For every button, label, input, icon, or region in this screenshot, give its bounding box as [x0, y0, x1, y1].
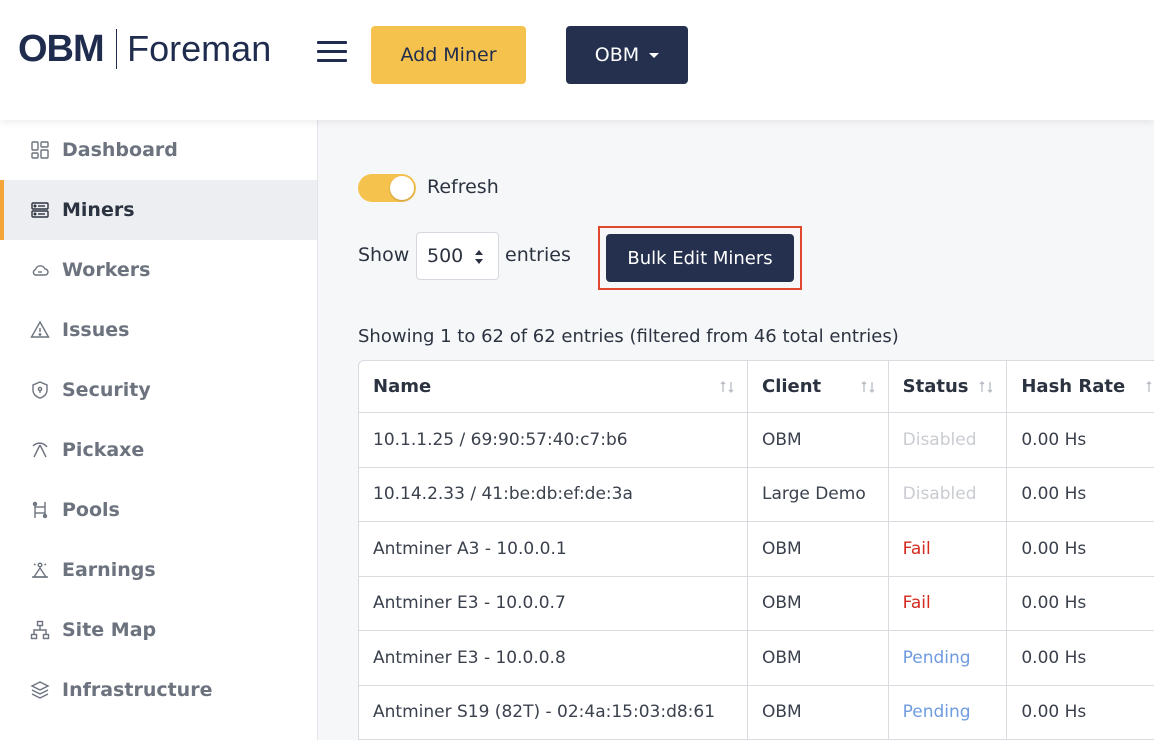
show-label: Show [358, 244, 410, 266]
bulk-edit-highlight: Bulk Edit Miners [598, 226, 802, 290]
pickaxe-icon [32, 442, 48, 458]
cell-client: OBM [748, 413, 889, 467]
column-header-status[interactable]: Status [889, 361, 1008, 412]
sidebar-item-issues[interactable]: Issues [0, 300, 317, 360]
top-header: OBM Foreman Add Miner OBM [0, 0, 1154, 120]
sidebar-item-label: Pools [62, 499, 120, 521]
showing-entries-text: Showing 1 to 62 of 62 entries (filtered … [358, 326, 899, 347]
cell-status: Pending [889, 631, 1008, 685]
add-miner-button[interactable]: Add Miner [371, 26, 526, 84]
sidebar-item-label: Dashboard [62, 139, 178, 161]
sidebar-item-label: Pickaxe [62, 439, 145, 461]
refresh-label: Refresh [427, 176, 499, 198]
sidebar-item-security[interactable]: Security [0, 360, 317, 420]
cell-client: Large Demo [748, 467, 889, 521]
cell-status: Fail [889, 576, 1008, 630]
sort-icon [979, 381, 993, 393]
cell-name[interactable]: 10.14.2.33 / 41:be:db:ef:de:3a [359, 467, 748, 521]
cell-name[interactable]: 10.1.1.25 / 69:90:57:40:c7:b6 [359, 413, 748, 467]
cell-client: OBM [748, 631, 889, 685]
cell-name[interactable]: Antminer E3 - 10.0.0.8 [359, 631, 748, 685]
column-header-client[interactable]: Client [748, 361, 889, 412]
entries-select-value: 500 [427, 245, 464, 267]
logo-obm: OBM [18, 27, 105, 70]
sidebar-item-label: Security [62, 379, 151, 401]
column-header-hash-rate[interactable]: Hash Rate [1007, 361, 1154, 412]
logo[interactable]: OBM Foreman [18, 28, 271, 70]
cell-name[interactable]: Antminer A3 - 10.0.0.1 [359, 522, 748, 576]
table-row[interactable]: Antminer E3 - 10.0.0.8 OBM Pending 0.00 … [359, 631, 1154, 686]
column-header-label: Status [902, 376, 969, 397]
hamburger-menu-icon[interactable] [317, 41, 347, 63]
bulk-edit-miners-button[interactable]: Bulk Edit Miners [606, 234, 794, 282]
refresh-toggle[interactable] [358, 174, 416, 202]
sidebar-item-infrastructure[interactable]: Infrastructure [0, 660, 317, 720]
cell-client: OBM [748, 685, 889, 739]
cell-client: OBM [748, 522, 889, 576]
column-header-label: Client [761, 376, 822, 397]
cell-hash-rate: 0.00 Hs [1021, 702, 1087, 723]
cell-status: Disabled [889, 413, 1008, 467]
cell-hash-rate: 0.00 Hs [1021, 429, 1087, 450]
cell-client: OBM [748, 576, 889, 630]
column-header-label: Name [373, 376, 432, 397]
sort-icon [720, 381, 734, 393]
table-row[interactable]: Antminer A3 - 10.0.0.1 OBM Fail 0.00 Hs [359, 522, 1154, 577]
cell-hash-rate: 0.00 Hs [1021, 484, 1087, 505]
sidebar-item-workers[interactable]: Workers [0, 240, 317, 300]
sidebar-item-label: Issues [62, 319, 130, 341]
layers-icon [30, 681, 50, 699]
warning-icon [30, 320, 50, 338]
entries-label: entries [505, 244, 571, 266]
cell-name[interactable]: Antminer S19 (82T) - 02:4a:15:03:d8:61 [359, 685, 748, 739]
sidebar-item-label: Miners [62, 199, 135, 221]
cloud-icon [32, 265, 49, 276]
table-row[interactable]: Antminer E3 - 10.0.0.7 OBM Fail 0.00 Hs [359, 576, 1154, 631]
miners-table: Name Client Status Hash Rate 10.1.1.25 /… [358, 360, 1154, 740]
sidebar-item-miners[interactable]: Miners [0, 180, 317, 240]
cell-hash-rate: 0.00 Hs [1021, 647, 1087, 668]
org-dropdown-button[interactable]: OBM [566, 26, 688, 84]
logo-divider [115, 29, 118, 69]
logo-foreman: Foreman [127, 28, 272, 69]
sidebar: Dashboard Miners Workers Issues Security… [0, 120, 318, 740]
cell-status: Disabled [889, 467, 1008, 521]
cell-hash-rate: 0.00 Hs [1021, 538, 1087, 559]
sidebar-item-label: Workers [62, 259, 151, 281]
server-icon [31, 202, 49, 218]
cell-hash-rate: 0.00 Hs [1021, 593, 1087, 614]
table-row[interactable]: 10.14.2.33 / 41:be:db:ef:de:3a Large Dem… [359, 467, 1154, 522]
sitemap-icon [30, 620, 50, 640]
sidebar-item-pools[interactable]: Pools [0, 480, 317, 540]
cell-status: Fail [889, 522, 1008, 576]
toggle-knob [390, 176, 414, 200]
sidebar-item-pickaxe[interactable]: Pickaxe [0, 420, 317, 480]
sidebar-item-label: Earnings [62, 559, 156, 581]
org-dropdown-label: OBM [594, 44, 640, 66]
sort-icon [861, 381, 875, 393]
column-header-name[interactable]: Name [359, 361, 748, 412]
main-content: Refresh Show 500 entries Bulk Edit Miner… [318, 120, 1154, 740]
sidebar-item-earnings[interactable]: Earnings [0, 540, 317, 600]
table-row[interactable]: Antminer S19 (82T) - 02:4a:15:03:d8:61 O… [359, 685, 1154, 740]
earnings-icon [32, 562, 48, 578]
select-arrows-icon [475, 250, 483, 264]
column-header-label: Hash Rate [1021, 376, 1126, 397]
cell-name[interactable]: Antminer E3 - 10.0.0.7 [359, 576, 748, 630]
sidebar-item-label: Infrastructure [62, 679, 213, 701]
sidebar-item-label: Site Map [62, 619, 157, 641]
entries-select[interactable]: 500 [416, 232, 499, 280]
caret-down-icon [649, 52, 660, 58]
sidebar-item-site-map[interactable]: Site Map [0, 600, 317, 660]
table-header: Name Client Status Hash Rate [359, 361, 1154, 413]
pools-icon [32, 501, 48, 519]
table-row[interactable]: 10.1.1.25 / 69:90:57:40:c7:b6 OBM Disabl… [359, 413, 1154, 468]
sidebar-item-dashboard[interactable]: Dashboard [0, 120, 317, 180]
sort-icon [1146, 381, 1152, 392]
dashboard-icon [31, 141, 49, 159]
shield-icon [32, 381, 48, 399]
cell-status: Pending [889, 685, 1008, 739]
